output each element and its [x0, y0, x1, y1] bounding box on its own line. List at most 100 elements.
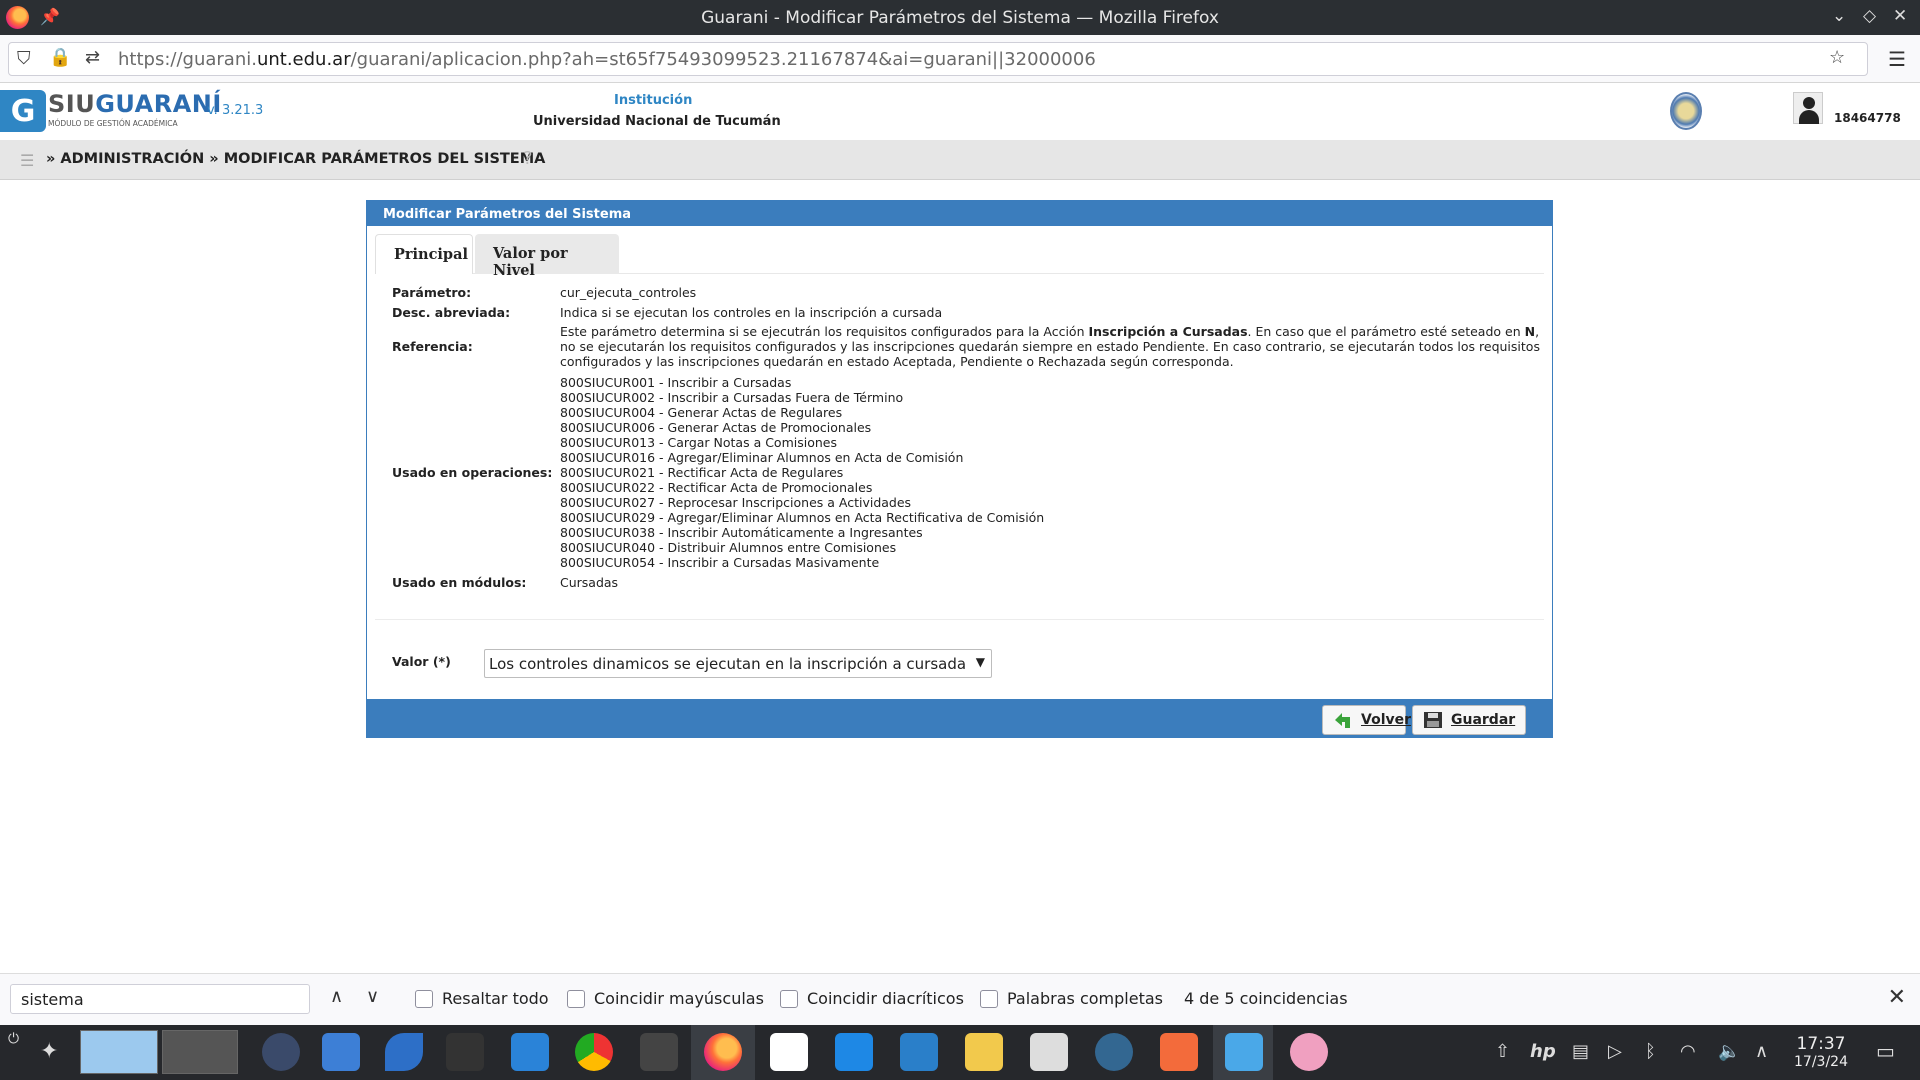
- tab-strip: Principal Valor por Nivel: [375, 234, 1544, 279]
- whole-words-checkbox[interactable]: [980, 990, 998, 1008]
- editor-icon[interactable]: [385, 1033, 423, 1071]
- permissions-icon[interactable]: ⇄: [85, 47, 100, 68]
- list-item: 800SIUCUR038 - Inscribir Automáticamente…: [560, 525, 923, 540]
- inkscape-icon[interactable]: [770, 1033, 808, 1071]
- bookmark-star-icon[interactable]: ☆: [1829, 47, 1845, 68]
- update-icon[interactable]: ⇧: [1495, 1041, 1510, 1062]
- dropdown-caret-icon: ▼: [975, 655, 985, 669]
- file-manager-icon[interactable]: [322, 1033, 360, 1071]
- writer-icon[interactable]: [900, 1033, 938, 1071]
- app-version: v. 3.21.3: [207, 103, 264, 118]
- tab-valor-por-nivel[interactable]: Valor por Nivel: [475, 234, 619, 279]
- panel-title: Modificar Parámetros del Sistema: [367, 201, 1552, 226]
- highlight-all-label[interactable]: Resaltar todo: [442, 989, 549, 1008]
- volume-icon[interactable]: 🔈: [1718, 1041, 1740, 1062]
- valor-select[interactable]: Los controles dinamicos se ejecutan en l…: [484, 649, 992, 678]
- minimize-icon[interactable]: ⌄: [1832, 6, 1846, 26]
- list-item: 800SIUCUR001 - Inscribir a Cursadas: [560, 375, 792, 390]
- match-diacritics-label[interactable]: Coincidir diacríticos: [807, 989, 964, 1008]
- terminal-icon[interactable]: [640, 1033, 678, 1071]
- guardar-button[interactable]: Guardar: [1412, 705, 1526, 735]
- breadcrumb: » ADMINISTRACIÓN » MODIFICAR PARÁMETROS …: [46, 151, 546, 167]
- paint-icon[interactable]: [965, 1033, 1003, 1071]
- value-referencia: Este parámetro determina si se ejecutrán…: [560, 324, 1540, 369]
- url-text[interactable]: https://guarani.unt.edu.ar/guarani/aplic…: [118, 49, 1096, 70]
- label-desc: Desc. abreviada:: [392, 305, 511, 320]
- tab-principal[interactable]: Principal: [375, 234, 473, 274]
- list-item: 800SIUCUR022 - Rectificar Acta de Promoc…: [560, 480, 873, 495]
- app-header: G SIUGUARANÍ MÓDULO DE GESTIÓN ACADÉMICA…: [0, 84, 1920, 140]
- taskbar: ⏻ ✦ ⇧ hp ▤ ▷ ᛒ ◠ 🔈 ∧ 17:37 17/3/24 ▭: [0, 1025, 1920, 1080]
- label-parametro: Parámetro:: [392, 285, 472, 300]
- store-icon[interactable]: [511, 1033, 549, 1071]
- clock[interactable]: 17:37 17/3/24: [1790, 1035, 1852, 1071]
- help-icon[interactable]: ?: [523, 148, 539, 170]
- clock-time: 17:37: [1796, 1034, 1846, 1054]
- system-icon[interactable]: ⏻: [8, 1031, 19, 1047]
- match-diacritics-checkbox[interactable]: [780, 990, 798, 1008]
- vscode-icon[interactable]: [835, 1033, 873, 1071]
- whole-words-label[interactable]: Palabras completas: [1007, 989, 1163, 1008]
- firefox-taskbar-icon[interactable]: [704, 1033, 742, 1071]
- menu-list-icon[interactable]: ☰: [20, 151, 34, 170]
- show-desktop-icon[interactable]: ▭: [1876, 1039, 1895, 1063]
- list-item: 800SIUCUR027 - Reprocesar Inscripciones …: [560, 495, 912, 510]
- hamburger-menu-icon[interactable]: ☰: [1888, 47, 1906, 71]
- text-editor-icon[interactable]: [1160, 1033, 1198, 1071]
- navigation-bar: ⛉ 🔒 ⇄ https://guarani.unt.edu.ar/guarani…: [0, 35, 1920, 83]
- window-titlebar: 📌 Guarani - Modificar Parámetros del Sis…: [0, 0, 1920, 35]
- window-title: Guarani - Modificar Parámetros del Siste…: [701, 8, 1219, 28]
- shield-icon[interactable]: ⛉: [17, 48, 31, 69]
- url-bar[interactable]: ⛉ 🔒 ⇄ https://guarani.unt.edu.ar/guarani…: [8, 42, 1868, 76]
- chrome-icon[interactable]: [575, 1033, 613, 1071]
- app-icon[interactable]: [1290, 1033, 1328, 1071]
- desktop-1-preview[interactable]: [80, 1030, 158, 1074]
- siu-logo-icon: G: [0, 90, 46, 132]
- value-desc: Indica si se ejecutan los controles en l…: [560, 305, 943, 320]
- media-icon[interactable]: ▷: [1608, 1041, 1622, 1062]
- find-next-icon[interactable]: ∨: [366, 986, 379, 1007]
- user-avatar-icon[interactable]: [1793, 92, 1823, 124]
- find-input[interactable]: sistema: [10, 984, 310, 1014]
- clock-date: 17/3/24: [1794, 1054, 1848, 1070]
- chromium-icon[interactable]: [262, 1033, 300, 1071]
- find-previous-icon[interactable]: ∧: [330, 986, 343, 1007]
- list-item: 800SIUCUR006 - Generar Actas de Promocio…: [560, 420, 872, 435]
- match-case-checkbox[interactable]: [567, 990, 585, 1008]
- hp-icon[interactable]: hp: [1530, 1041, 1556, 1062]
- list-item: 800SIUCUR004 - Generar Actas de Regulare…: [560, 405, 843, 420]
- list-item: 800SIUCUR016 - Agregar/Eliminar Alumnos …: [560, 450, 964, 465]
- operations-list: 800SIUCUR001 - Inscribir a Cursadas 800S…: [560, 375, 1044, 570]
- settings-icon[interactable]: [446, 1033, 484, 1071]
- breadcrumb-bar: ☰ » ADMINISTRACIÓN » MODIFICAR PARÁMETRO…: [0, 140, 1920, 180]
- calculator-icon[interactable]: [1030, 1033, 1068, 1071]
- list-item: 800SIUCUR029 - Agregar/Eliminar Alumnos …: [560, 510, 1045, 525]
- lock-icon[interactable]: 🔒: [49, 47, 71, 68]
- bluetooth-icon[interactable]: ᛒ: [1645, 1041, 1656, 1062]
- desktop-2-preview[interactable]: [162, 1030, 238, 1074]
- maximize-icon[interactable]: ◇: [1863, 6, 1876, 26]
- tray-expand-icon[interactable]: ∧: [1755, 1041, 1768, 1062]
- value-modulos: Cursadas: [560, 575, 619, 590]
- highlight-all-checkbox[interactable]: [415, 990, 433, 1008]
- user-id: 18464778: [1834, 111, 1901, 125]
- find-bar: sistema ∧ ∨ Resaltar todo Coincidir mayú…: [0, 973, 1920, 1025]
- list-item: 800SIUCUR002 - Inscribir a Cursadas Fuer…: [560, 390, 904, 405]
- list-item: 800SIUCUR040 - Distribuir Alumnos entre …: [560, 540, 897, 555]
- wifi-icon[interactable]: ◠: [1680, 1041, 1696, 1062]
- folder-icon[interactable]: [1225, 1033, 1263, 1071]
- label-modulos: Usado en módulos:: [392, 575, 527, 590]
- app-launcher-icon[interactable]: ✦: [40, 1039, 58, 1064]
- match-case-label[interactable]: Coincidir mayúsculas: [594, 989, 764, 1008]
- close-window-icon[interactable]: ✕: [1893, 6, 1907, 26]
- parameter-panel: Modificar Parámetros del Sistema Princip…: [366, 200, 1553, 738]
- close-find-icon[interactable]: ✕: [1888, 985, 1906, 1010]
- list-item: 800SIUCUR021 - Rectificar Acta de Regula…: [560, 465, 844, 480]
- volver-button[interactable]: Volver: [1322, 705, 1411, 735]
- institution-name: Universidad Nacional de Tucumán: [533, 114, 781, 129]
- save-disk-icon: [1424, 712, 1442, 728]
- list-item: 800SIUCUR054 - Inscribir a Cursadas Masi…: [560, 555, 880, 570]
- clipboard-icon[interactable]: ▤: [1572, 1041, 1589, 1062]
- postgresql-icon[interactable]: [1095, 1033, 1133, 1071]
- list-item: 800SIUCUR013 - Cargar Notas a Comisiones: [560, 435, 837, 450]
